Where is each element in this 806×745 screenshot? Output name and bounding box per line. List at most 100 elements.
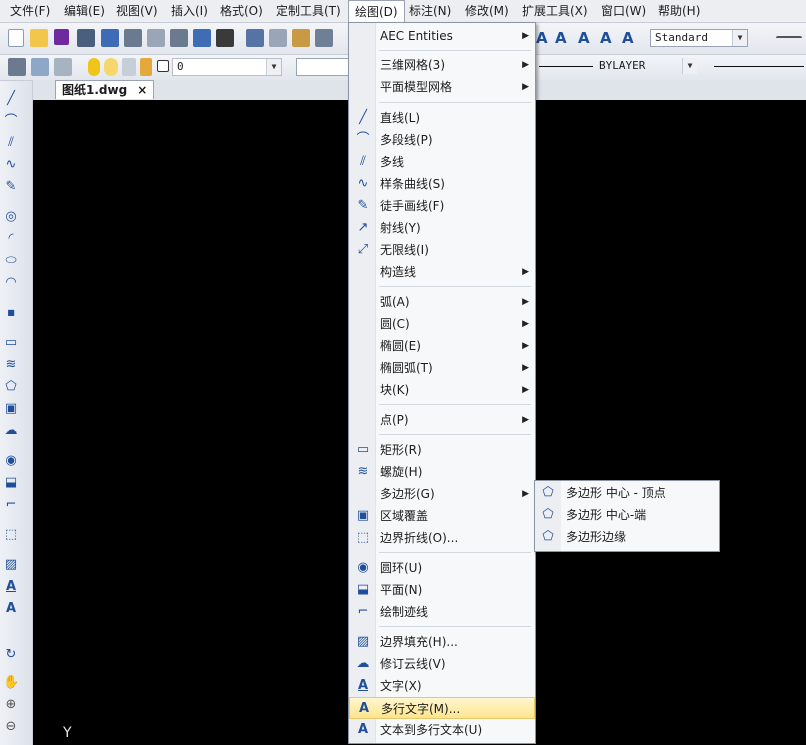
- freehand-icon[interactable]: ✎: [3, 179, 19, 195]
- menu-item-polygon-center-vertex[interactable]: ⬠ 多边形 中心 - 顶点: [535, 482, 719, 504]
- zoom-icon[interactable]: ⊕: [3, 697, 19, 713]
- menu-extensions[interactable]: 扩展工具(X): [516, 0, 594, 22]
- menu-item-circle[interactable]: 圆(C) ▶: [349, 313, 535, 335]
- menu-file[interactable]: 文件(F): [4, 0, 56, 22]
- publish-icon[interactable]: [170, 29, 188, 47]
- cut-icon[interactable]: [246, 29, 264, 47]
- point-icon[interactable]: ■: [3, 305, 19, 321]
- linetype-select[interactable]: BYLAYER ▼: [535, 58, 697, 76]
- multiline-icon[interactable]: ⫽: [3, 135, 19, 151]
- line-icon[interactable]: ╱: [3, 91, 19, 107]
- open-file-icon[interactable]: [30, 29, 48, 47]
- mtext-icon[interactable]: A: [3, 601, 19, 617]
- lock-icon[interactable]: [140, 58, 152, 76]
- wipeout-icon[interactable]: ▣: [3, 401, 19, 417]
- print-preview-icon[interactable]: [147, 29, 165, 47]
- layer-manager-icon[interactable]: [8, 58, 26, 76]
- regen-icon[interactable]: ↻: [3, 647, 19, 663]
- menu-item-donut[interactable]: ◉ 圆环(U): [349, 557, 535, 579]
- tab-drawing1[interactable]: 图纸1.dwg ×: [55, 80, 155, 99]
- boundary-icon[interactable]: ⬚: [3, 527, 19, 543]
- menu-item-multiline-text[interactable]: A 多行文字(M)...: [349, 697, 535, 719]
- lineweight-select[interactable]: [710, 58, 806, 76]
- menu-item-freehand[interactable]: ✎ 徒手画线(F): [349, 195, 535, 217]
- helix-icon[interactable]: ≋: [3, 357, 19, 373]
- text-find-icon[interactable]: A: [622, 29, 640, 47]
- menu-view[interactable]: 视图(V): [110, 0, 164, 22]
- menu-item-boundary-polyline[interactable]: ⬚ 边界折线(O)...: [349, 527, 535, 549]
- text-style-a-icon[interactable]: A: [536, 29, 554, 47]
- revcloud-icon[interactable]: ☁: [3, 423, 19, 439]
- menu-item-rectangle[interactable]: ▭ 矩形(R): [349, 439, 535, 461]
- save-all-icon[interactable]: [77, 29, 95, 47]
- menu-item-revision-cloud[interactable]: ☁ 修订云线(V): [349, 653, 535, 675]
- menu-item-polygon-center-edge[interactable]: ⬠ 多边形 中心-端: [535, 504, 719, 526]
- plot-icon[interactable]: [124, 29, 142, 47]
- layer-select[interactable]: 0 ▼: [172, 58, 282, 76]
- polygon-icon[interactable]: ⬠: [3, 379, 19, 395]
- menu-draw[interactable]: 绘图(D): [348, 0, 405, 23]
- menu-item-xline[interactable]: ⤢ 无限线(I): [349, 239, 535, 261]
- sun-icon[interactable]: [104, 58, 118, 76]
- menu-item-multiline[interactable]: ⫽ 多线: [349, 151, 535, 173]
- menu-item-trace[interactable]: ⌐ 绘制迹线: [349, 601, 535, 623]
- spline-icon[interactable]: ∿: [3, 157, 19, 173]
- menu-item-polygon-edge[interactable]: ⬠ 多边形边缘: [535, 526, 719, 548]
- text-edit-icon[interactable]: A: [600, 29, 618, 47]
- trace-icon[interactable]: ⌐: [3, 497, 19, 513]
- rectangle-icon[interactable]: ▭: [3, 335, 19, 351]
- ellipse-arc-icon[interactable]: ◠: [3, 275, 19, 291]
- menu-help[interactable]: 帮助(H): [652, 0, 706, 22]
- spellcheck-icon[interactable]: [193, 29, 211, 47]
- menu-edit[interactable]: 编辑(E): [58, 0, 111, 22]
- menu-item-hatch[interactable]: ▨ 边界填充(H)...: [349, 631, 535, 653]
- menu-item-ellipse[interactable]: 椭圆(E) ▶: [349, 335, 535, 357]
- donut-icon[interactable]: ◉: [3, 453, 19, 469]
- menu-item-helix[interactable]: ≋ 螺旋(H): [349, 461, 535, 483]
- menu-modify[interactable]: 修改(M): [459, 0, 515, 22]
- circle-icon[interactable]: ◎: [3, 209, 19, 225]
- polyline-icon[interactable]: ⌒: [3, 114, 19, 130]
- menu-window[interactable]: 窗口(W): [595, 0, 652, 22]
- paste-icon[interactable]: [292, 29, 310, 47]
- menu-item-arc[interactable]: 弧(A) ▶: [349, 291, 535, 313]
- menu-item-wipeout[interactable]: ▣ 区域覆盖: [349, 505, 535, 527]
- match-properties-icon[interactable]: [315, 29, 333, 47]
- dimension-line-icon[interactable]: [776, 36, 802, 52]
- menu-item-text[interactable]: A 文字(X): [349, 675, 535, 697]
- text-style-select[interactable]: Standard ▼: [650, 29, 748, 47]
- menu-format[interactable]: 格式(O): [214, 0, 269, 22]
- menu-custom-tools[interactable]: 定制工具(T): [270, 0, 347, 22]
- ellipse-icon[interactable]: ⬭: [3, 253, 19, 269]
- menu-item-ellipse-arc[interactable]: 椭圆弧(T) ▶: [349, 357, 535, 379]
- close-icon[interactable]: ×: [137, 83, 147, 97]
- menu-item-point[interactable]: 点(P) ▶: [349, 409, 535, 431]
- print-icon[interactable]: [101, 29, 119, 47]
- menu-item-construction-line[interactable]: 构造线 ▶: [349, 261, 535, 283]
- new-file-icon[interactable]: [8, 29, 24, 47]
- pan-icon[interactable]: ✋: [3, 675, 19, 691]
- layer-previous-icon[interactable]: [54, 58, 72, 76]
- freeze-icon[interactable]: [122, 58, 136, 76]
- menu-dimension[interactable]: 标注(N): [403, 0, 457, 22]
- save-icon[interactable]: [54, 29, 69, 45]
- copy-icon[interactable]: [269, 29, 287, 47]
- menu-item-plane[interactable]: ⬓ 平面(N): [349, 579, 535, 601]
- menu-item-block[interactable]: 块(K) ▶: [349, 379, 535, 401]
- menu-item-3d-mesh[interactable]: 三维网格(3) ▶: [349, 54, 535, 76]
- menu-item-spline[interactable]: ∿ 样条曲线(S): [349, 173, 535, 195]
- menu-insert[interactable]: 插入(I): [165, 0, 214, 22]
- menu-item-ray[interactable]: ↗ 射线(Y): [349, 217, 535, 239]
- arc-icon[interactable]: ◜: [3, 231, 19, 247]
- menu-item-polyline[interactable]: ⌒ 多段线(P): [349, 129, 535, 151]
- menu-item-line[interactable]: ╱ 直线(L): [349, 107, 535, 129]
- plane-icon[interactable]: ⬓: [3, 475, 19, 491]
- zoom-window-icon[interactable]: ⊖: [3, 719, 19, 735]
- light-bulb-icon[interactable]: [88, 58, 100, 76]
- menu-item-aec-entities[interactable]: AEC Entities ▶: [349, 25, 535, 47]
- menu-item-polygon[interactable]: 多边形(G) ▶: [349, 483, 535, 505]
- hatch-icon[interactable]: ▨: [3, 557, 19, 573]
- text-icon[interactable]: A: [3, 579, 19, 595]
- color-select[interactable]: [296, 58, 352, 76]
- menu-item-planar-mesh[interactable]: 平面模型网格 ▶: [349, 76, 535, 98]
